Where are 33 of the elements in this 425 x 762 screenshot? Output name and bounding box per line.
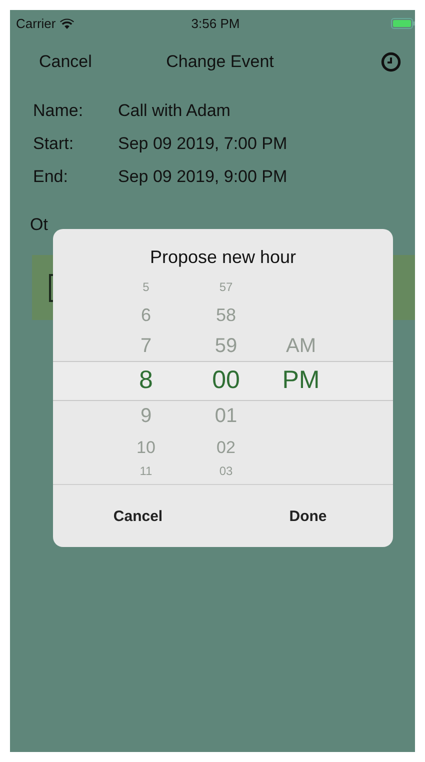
picker-option[interactable]: 58 (216, 306, 236, 324)
picker-option[interactable]: 57 (219, 281, 233, 293)
picker-option[interactable]: 00 (212, 368, 240, 392)
battery-icon (391, 18, 415, 28)
picker-option[interactable]: 11 (140, 465, 152, 477)
picker-option[interactable]: 03 (219, 465, 233, 477)
field-label: End: (33, 167, 69, 187)
picker-option[interactable]: 10 (136, 438, 156, 456)
picker-option[interactable]: AM (286, 336, 316, 356)
section-label: Ot (30, 215, 48, 235)
wifi-icon (60, 18, 74, 28)
picker-option[interactable]: 6 (140, 306, 151, 324)
carrier-label: Carrier (16, 16, 56, 30)
cancel-button[interactable]: Cancel (53, 502, 223, 530)
cancel-button[interactable]: Cancel (39, 52, 92, 72)
picker-option[interactable]: 7 (140, 336, 152, 356)
field-label: Name: (33, 101, 84, 121)
done-button[interactable]: Done (223, 502, 393, 530)
picker-option[interactable]: 8 (139, 368, 153, 392)
picker-option[interactable]: PM (282, 368, 320, 392)
field-value: Sep 09 2019, 9:00 PM (118, 167, 288, 187)
field-value: Call with Adam (118, 101, 232, 121)
picker-option[interactable]: 5 (142, 281, 150, 293)
field-label: Start: (33, 134, 75, 154)
screen-title: Change Event (166, 52, 274, 72)
clock-icon[interactable] (381, 52, 401, 72)
field-value: Sep 09 2019, 7:00 PM (118, 134, 288, 154)
picker-option[interactable]: 59 (214, 336, 238, 356)
picker-option[interactable]: 02 (216, 438, 236, 456)
picker-option[interactable]: 9 (140, 406, 152, 426)
dialog-title: Propose new hour (148, 246, 298, 269)
picker-option[interactable]: 01 (214, 406, 238, 426)
clock-time: 3:56 PM (191, 16, 240, 30)
